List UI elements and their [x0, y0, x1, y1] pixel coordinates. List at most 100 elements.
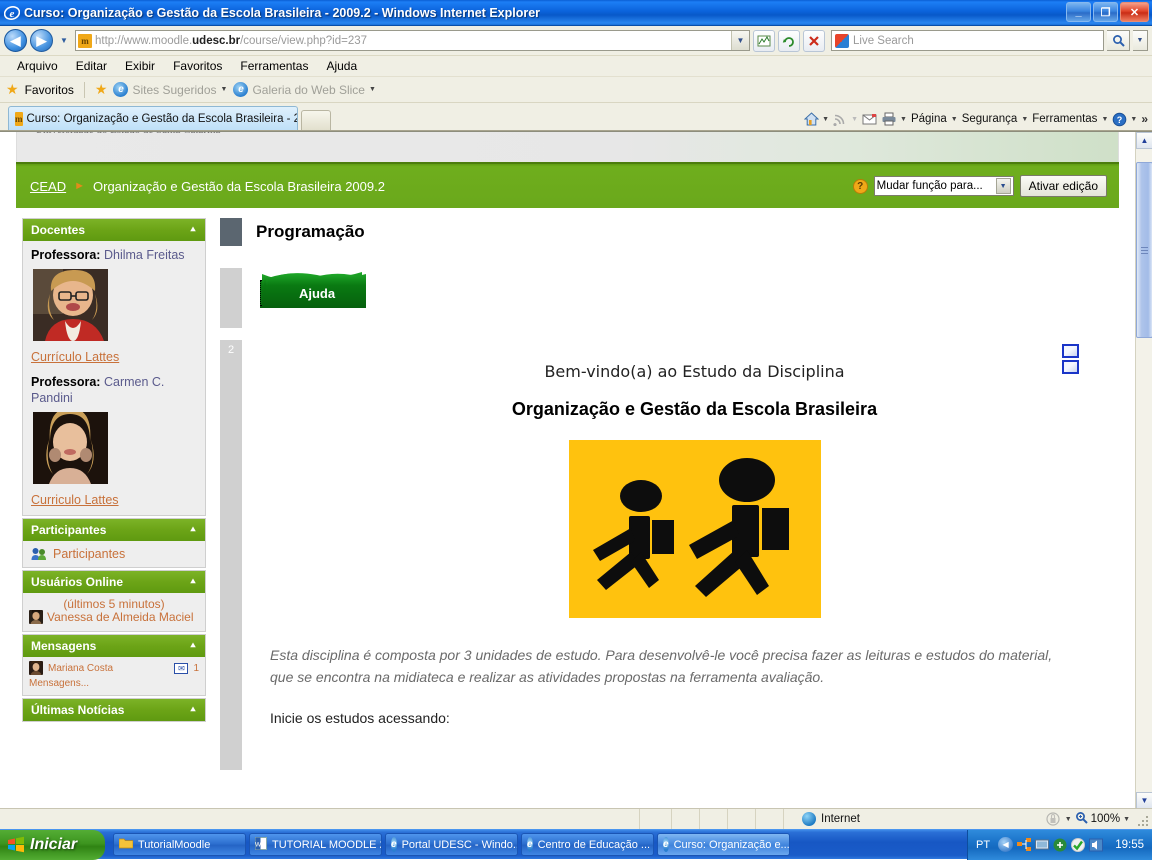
chevron-down-icon[interactable]: ▼ [1065, 816, 1072, 823]
forward-button[interactable]: ▶ [30, 29, 53, 52]
scrollbar-thumb[interactable] [1136, 162, 1152, 338]
online-user-row[interactable]: Vanessa de Almeida Maciel [29, 610, 199, 625]
chevron-down-icon[interactable]: ▼ [822, 116, 829, 123]
printer-icon[interactable] [1053, 838, 1067, 852]
scroll-down-button[interactable]: ▼ [1136, 792, 1152, 808]
teacher-1-photo [33, 269, 108, 341]
protected-mode-icon [1046, 812, 1062, 826]
show-only-topic-icon[interactable] [1062, 344, 1079, 376]
block-title: Mensagens [31, 639, 97, 653]
clock[interactable]: 19:55 [1115, 839, 1152, 851]
messages-more-link[interactable]: Mensagens... [29, 678, 89, 689]
svg-text:W: W [255, 841, 262, 848]
turn-editing-on-button[interactable]: Ativar edição [1019, 175, 1107, 197]
role-select[interactable]: Mudar função para... ▼ [873, 176, 1014, 196]
security-zone[interactable]: Internet [802, 812, 860, 826]
chevron-down-icon[interactable]: ▼ [900, 116, 907, 123]
address-input[interactable]: m http://www.moodle.udesc.br/course/view… [75, 30, 750, 51]
search-go-button[interactable] [1107, 30, 1130, 51]
search-dropdown-icon[interactable]: ▼ [1133, 30, 1148, 51]
antivirus-icon[interactable] [1071, 837, 1086, 852]
home-icon[interactable] [802, 110, 820, 128]
page-menu[interactable]: Página [909, 113, 949, 125]
avatar [29, 610, 43, 624]
menu-editar[interactable]: Editar [67, 57, 116, 75]
block-body: Mariana Costa ✉ 1 Mensagens... [23, 657, 205, 695]
message-row[interactable]: Mariana Costa ✉ 1 [29, 661, 199, 675]
favorites-label[interactable]: Favoritos [25, 83, 74, 97]
collapse-icon[interactable]: ⯅ [189, 525, 197, 536]
block-body: Participantes [23, 541, 205, 567]
taskbar-item-tutorial-moodle-doc[interactable]: W TUTORIAL MOODLE 2... [249, 833, 382, 856]
menu-exibir[interactable]: Exibir [116, 57, 164, 75]
address-dropdown-icon[interactable]: ▼ [731, 31, 749, 50]
print-icon[interactable] [880, 110, 898, 128]
chevron-down-icon[interactable]: ▼ [951, 116, 958, 123]
menu-arquivo[interactable]: Arquivo [8, 57, 67, 75]
safety-menu[interactable]: Segurança [960, 113, 1020, 125]
stop-icon[interactable] [803, 29, 825, 52]
zoom-control[interactable]: ▼ 100% ▼ [1046, 811, 1130, 827]
resize-grip[interactable] [1136, 814, 1150, 828]
tray-expand-icon[interactable]: ◀ [998, 837, 1014, 852]
volume-icon[interactable] [1089, 838, 1104, 852]
participants-link[interactable]: Participantes [53, 547, 125, 561]
taskbar-item-label: TutorialMoodle [138, 838, 211, 851]
tools-menu[interactable]: Ferramentas [1030, 113, 1099, 125]
restore-button[interactable]: ❐ [1093, 2, 1118, 22]
page-scrollbar[interactable]: ▲ ▼ [1135, 132, 1152, 808]
ie-icon: e [233, 82, 249, 97]
search-input[interactable]: Live Search [831, 30, 1104, 51]
help-icon[interactable]: ? [1110, 110, 1128, 128]
web-slice-gallery-item[interactable]: e Galeria do Web Slice ▼ [233, 82, 376, 97]
chevron-down-icon[interactable]: ▼ [1101, 116, 1108, 123]
menu-ajuda[interactable]: Ajuda [317, 57, 366, 75]
tab-active[interactable]: m Curso: Organização e Gestão da Escola … [8, 106, 298, 130]
network-icon[interactable] [1017, 837, 1032, 852]
tab-ajuda[interactable]: Ajuda [268, 280, 366, 306]
ie-window-icon: e [3, 5, 21, 21]
university-name: Universidade do Estado de Santa Catarina [35, 132, 220, 136]
taskbar-item-tutorialmoodle[interactable]: TutorialMoodle [113, 833, 246, 856]
collapse-icon[interactable]: ⯅ [189, 577, 197, 588]
refresh-icon[interactable] [778, 29, 800, 52]
chevron-down-icon[interactable]: ▼ [1130, 116, 1137, 123]
close-button[interactable]: ✕ [1120, 2, 1149, 22]
history-dropdown-icon[interactable]: ▼ [56, 30, 72, 52]
suggested-sites-item[interactable]: e Sites Sugeridos ▼ [113, 82, 227, 97]
menu-bar: Arquivo Editar Exibir Favoritos Ferramen… [0, 56, 1152, 77]
taskbar-item-centro-educacao[interactable]: e Centro de Educação ... [521, 833, 654, 856]
new-tab-button[interactable] [301, 110, 331, 130]
teacher-1-lattes-link[interactable]: Currículo Lattes [31, 350, 197, 364]
scroll-up-button[interactable]: ▲ [1136, 132, 1152, 149]
minimize-button[interactable]: _ [1066, 2, 1091, 22]
add-favorite-icon[interactable]: ★ [95, 81, 108, 98]
teacher-2-lattes-link[interactable]: Curriculo Lattes [31, 493, 197, 507]
overflow-icon[interactable]: » [1139, 112, 1148, 126]
block-header: Usuários Online ⯅ [23, 571, 205, 593]
tab-label: Ajuda [298, 285, 336, 301]
compatibility-view-icon[interactable] [753, 29, 775, 52]
chevron-down-icon[interactable]: ▼ [1123, 816, 1130, 823]
browser-navigation-bar: ◀ ▶ ▼ m http://www.moodle.udesc.br/cours… [0, 26, 1152, 56]
taskbar-item-portal-udesc[interactable]: e Portal UDESC - Windo... [385, 833, 518, 856]
language-indicator[interactable]: PT [976, 839, 990, 851]
online-user-link[interactable]: Vanessa de Almeida Maciel [47, 610, 194, 625]
start-button[interactable]: Iniciar [0, 829, 105, 860]
page-viewport: Universidade do Estado de Santa Catarina… [0, 131, 1152, 808]
breadcrumb-root-link[interactable]: CEAD [30, 179, 66, 194]
back-button[interactable]: ◀ [4, 29, 27, 52]
mail-icon[interactable] [860, 110, 878, 128]
menu-ferramentas[interactable]: Ferramentas [231, 57, 317, 75]
participants-row[interactable]: Participantes [31, 545, 197, 563]
block-mensagens: Mensagens ⯅ Mariana Costa ✉ 1 Mensagens.… [22, 634, 206, 696]
teacher-1-role: Professora: [31, 248, 101, 262]
taskbar-item-curso-organizacao[interactable]: e Curso: Organização e... [657, 833, 790, 856]
chevron-down-icon[interactable]: ▼ [1021, 116, 1028, 123]
collapse-icon[interactable]: ⯅ [189, 705, 197, 716]
help-icon[interactable]: ? [852, 178, 868, 194]
display-icon[interactable] [1035, 838, 1050, 852]
collapse-icon[interactable]: ⯅ [189, 641, 197, 652]
menu-favoritos[interactable]: Favoritos [164, 57, 231, 75]
collapse-icon[interactable]: ⯅ [189, 225, 197, 236]
